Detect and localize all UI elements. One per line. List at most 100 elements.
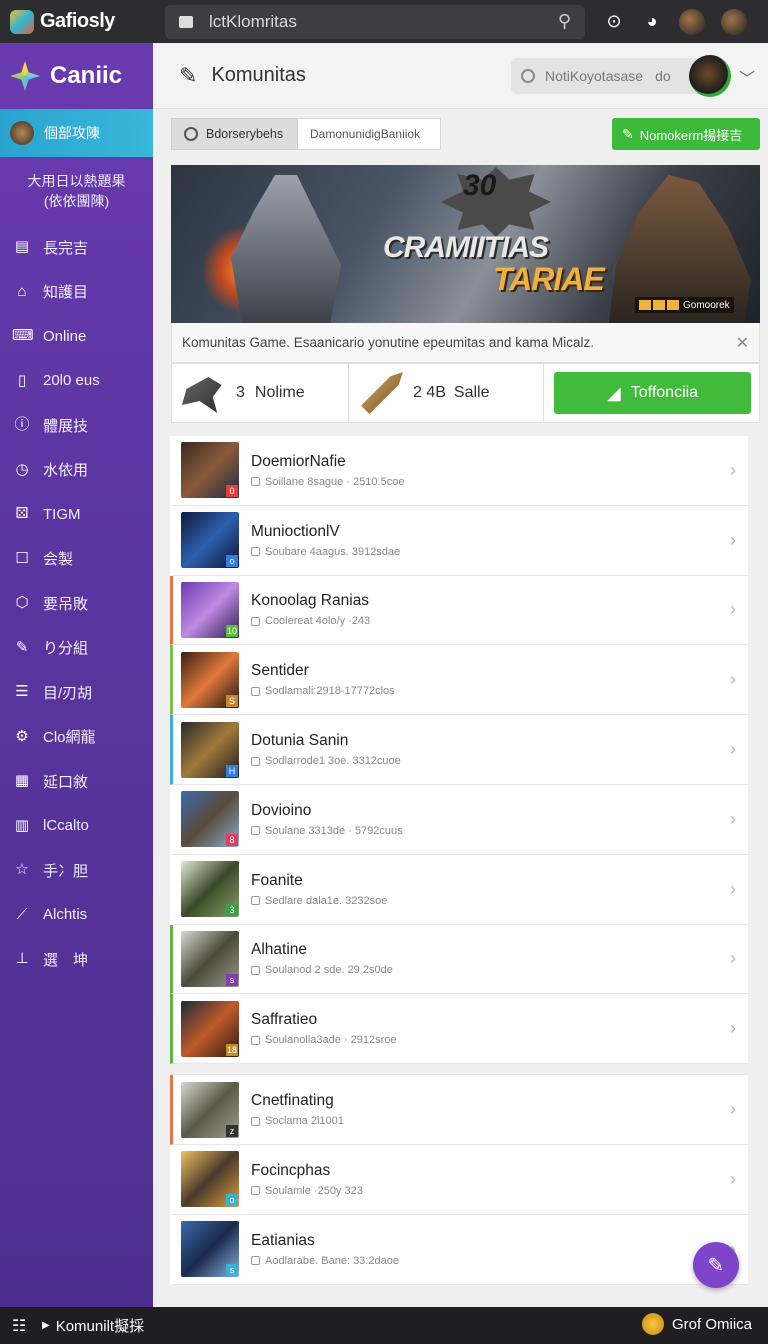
- action-button[interactable]: ◢ Toffonciia: [554, 372, 751, 414]
- sidebar-item[interactable]: ☆ 手冫胆: [0, 848, 153, 893]
- tab-discussion[interactable]: DamonunidigBaniiok: [298, 118, 441, 150]
- chevron-right-icon[interactable]: ›: [718, 1018, 748, 1039]
- bag-icon: ⌂: [17, 282, 27, 300]
- list-item-text: Saffratieo Soulanolla3ade · 2912sroe: [251, 1011, 718, 1046]
- list-item[interactable]: 0 DoemiorNafie Soillane 8sague · 2510.5coe…: [170, 436, 748, 506]
- sidebar-item[interactable]: ⬡ 要吊敗: [0, 581, 153, 626]
- list-item[interactable]: 10 Konoolag Ranias Coolereat 4olo/y ·243 ›: [170, 575, 748, 646]
- brand[interactable]: Gafiosly: [0, 9, 165, 34]
- chevron-right-icon[interactable]: ›: [718, 739, 748, 760]
- notification-field[interactable]: NotiKoyotasase do: [511, 58, 707, 94]
- pin-icon[interactable]: ⚲: [558, 11, 571, 32]
- game-thumbnail: 18: [181, 1000, 239, 1057]
- extension-icon[interactable]: ◕: [641, 11, 663, 32]
- sidebar-item[interactable]: ▦ 延口敘: [0, 759, 153, 804]
- tag-icon: [251, 756, 260, 766]
- chevron-right-icon[interactable]: ›: [718, 1099, 748, 1120]
- list-item-meta: Soclama 2l1001: [251, 1115, 718, 1127]
- list-item-title: Dovioino: [251, 801, 312, 819]
- list-item-text: DoemiorNafie Soillane 8sague · 2510.5coe: [251, 453, 718, 488]
- hero-banner[interactable]: 30 CRAMIITIAS TARIAE Gomoorek: [171, 165, 760, 323]
- tab-label: DamonunidigBaniiok: [310, 127, 421, 141]
- banner-number: 30: [463, 169, 497, 202]
- tag-icon: [251, 686, 260, 696]
- sidebar-item[interactable]: ▤ 長完吉: [0, 225, 153, 270]
- game-thumbnail: z: [181, 1081, 239, 1138]
- tag-icon: [251, 477, 260, 487]
- bottom-label[interactable]: Komunilt擬採: [56, 1315, 144, 1336]
- sale-stat[interactable]: 2 4B Salle: [349, 364, 544, 422]
- tab-members[interactable]: Bdorserybehs: [171, 118, 298, 150]
- list-item[interactable]: o MunioctionlV Soubare 4aagus. 3912sdae ›: [170, 505, 748, 576]
- close-icon[interactable]: ✕: [736, 333, 749, 353]
- chevron-down-icon[interactable]: ﹀: [739, 65, 755, 89]
- list-item[interactable]: 8 Dovioino Soulane 3313de · 5792cuus ›: [170, 784, 748, 855]
- link-icon: ⟋: [16, 905, 28, 923]
- compose-fab[interactable]: ✎: [693, 1242, 739, 1288]
- chevron-right-icon[interactable]: ›: [718, 948, 748, 969]
- online-stat[interactable]: 3 Nolime: [172, 364, 349, 422]
- online-count: 3: [236, 384, 245, 401]
- chevron-right-icon[interactable]: ›: [718, 809, 748, 830]
- list-item[interactable]: o Focincphas Soulamle ·250y 323 ›: [170, 1144, 748, 1215]
- sidebar-item[interactable]: ☰ 目/刃胡: [0, 670, 153, 715]
- list-item-text: Sentider Sodlamali:2918-17772clos: [251, 662, 718, 697]
- sidebar-item-label: Clo網龍: [43, 729, 96, 747]
- sidebar-item[interactable]: ⊥ 選 坤: [0, 937, 153, 982]
- chevron-right-icon[interactable]: ›: [718, 1169, 748, 1190]
- list-item[interactable]: 3 Foanite Sedlare dala1e. 3232soe ›: [170, 854, 748, 925]
- sidebar-item[interactable]: ⌂ 知護目: [0, 270, 153, 315]
- sidebar-item[interactable]: ⟋ Alchtis: [0, 893, 153, 938]
- user-avatar[interactable]: [721, 8, 747, 35]
- chevron-right-icon[interactable]: ›: [718, 530, 748, 551]
- settings-icon[interactable]: ⊙: [603, 11, 625, 32]
- header-avatar[interactable]: [689, 55, 731, 97]
- url-bar[interactable]: lctKlomritas ⚲: [165, 4, 585, 39]
- edit-icon[interactable]: ✎: [179, 63, 197, 89]
- page-header: ✎ Komunitas NotiKoyotasase do ﹀: [153, 43, 768, 109]
- sidebar-item[interactable]: ☐ 会製: [0, 537, 153, 582]
- chevron-right-icon[interactable]: ›: [718, 599, 748, 620]
- list-item[interactable]: S Sentider Sodlamali:2918-17772clos ›: [170, 645, 748, 716]
- sidebar-item[interactable]: ⚙ Clo網龍: [0, 715, 153, 760]
- sidebar-item-label: 目/刃胡: [43, 684, 93, 702]
- document-icon: ▤: [14, 238, 30, 256]
- list-item-title: Dotunia Sanin: [251, 732, 349, 750]
- brand-name: Gafiosly: [40, 10, 115, 32]
- list-item[interactable]: sEatianiasAodlarabe. Bane: 33:2daoe›: [170, 1214, 748, 1285]
- gamepad-icon: ⚄: [15, 505, 29, 523]
- list-item-meta: Sodlarrode1 3oe. 3312cuoe: [251, 755, 718, 767]
- sidebar-item[interactable]: ✎ り分組: [0, 626, 153, 671]
- thumbnail-badge: 0: [226, 485, 238, 498]
- bottom-brand[interactable]: Grof Omiica: [641, 1313, 752, 1335]
- arrow-icon: ⊥: [15, 950, 29, 968]
- tag-icon: [251, 826, 260, 836]
- list-item[interactable]: z Cnetfinating Soclama 2l1001 ›: [170, 1075, 748, 1145]
- sidebar-item[interactable]: ▥ lCcalto: [0, 804, 153, 849]
- chevron-right-icon[interactable]: ›: [718, 460, 748, 481]
- sidebar-item[interactable]: ⌨ Online: [0, 314, 153, 359]
- grid-icon[interactable]: ☷: [12, 1316, 34, 1336]
- thumbnail-badge: 10: [226, 624, 238, 637]
- tag-icon: [251, 1035, 260, 1045]
- chevron-right-icon[interactable]: ›: [718, 879, 748, 900]
- chevron-right-icon[interactable]: ›: [718, 669, 748, 690]
- sidebar-item-label: り分組: [43, 640, 89, 658]
- new-post-button[interactable]: ✎ Nomokerm揚接吉: [612, 118, 760, 150]
- sidebar-item[interactable]: ⓘ 體展技: [0, 403, 153, 448]
- chart-icon: ▦: [14, 772, 30, 790]
- profile-avatar[interactable]: [679, 8, 705, 35]
- sidebar-active-item[interactable]: 個部攻陳: [0, 109, 153, 157]
- game-thumbnail: s: [181, 930, 239, 987]
- list-item[interactable]: s Alhatine Soulanod 2 sde. 29 2s0de ›: [170, 924, 748, 995]
- list-item[interactable]: 18 Saffratieo Soulanolla3ade · 2912sroe ›: [170, 994, 748, 1065]
- sidebar-item[interactable]: ⚄ TIGM: [0, 492, 153, 537]
- sidebar-item[interactable]: ◷ 水依用: [0, 448, 153, 493]
- list-item[interactable]: H Dotunia Sanin Sodlarrode1 3oe. 3312cuoe ›: [170, 715, 748, 785]
- sidebar-item[interactable]: ▯ 20l0 eus: [0, 359, 153, 404]
- list-item-text: Eatianias Aodlarabe. Bane: 33:2daoe: [251, 1232, 718, 1267]
- thumbnail-badge: 8: [226, 834, 238, 847]
- list-item-text: Focincphas Soulamle ·250y 323: [251, 1162, 718, 1197]
- sidebar-header[interactable]: Caniic: [0, 43, 153, 109]
- list-item-meta-text: Sodlarrode1 3oe. 3312cuoe: [265, 755, 401, 768]
